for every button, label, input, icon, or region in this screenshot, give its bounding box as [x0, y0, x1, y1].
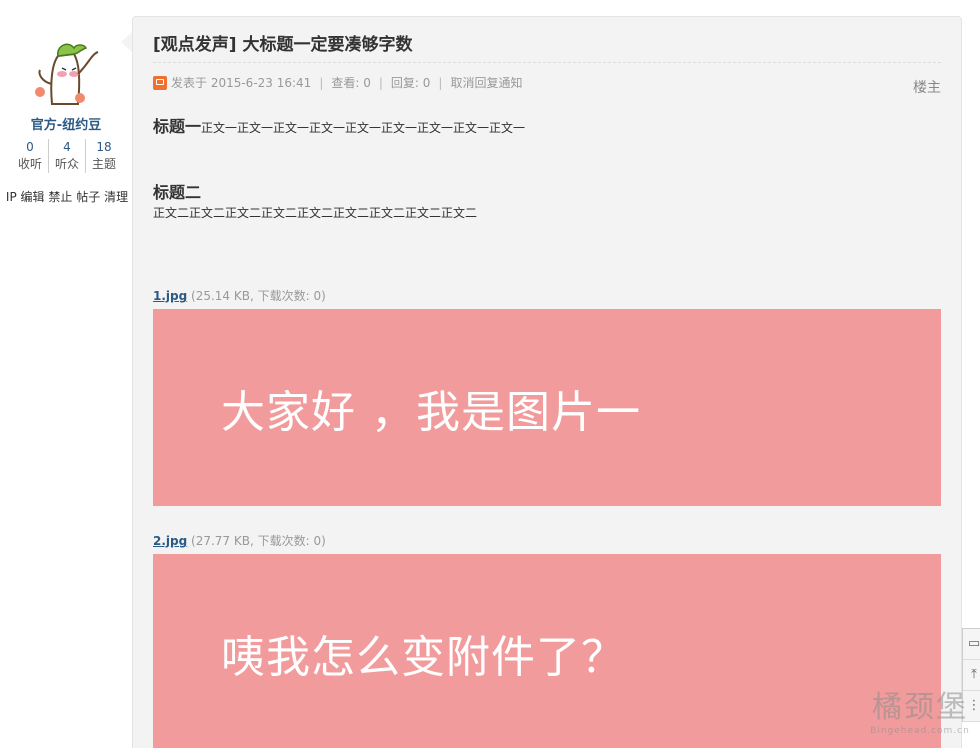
admin-clean-link[interactable]: 清理	[104, 190, 128, 204]
attachment-2-image-text: 咦我怎么变附件了？	[221, 631, 626, 683]
watermark-logo: 橘颈堡	[872, 690, 968, 725]
post-pointer-arrow	[121, 32, 132, 52]
post-date: 发表于 2015-6-23 16:41	[171, 76, 312, 90]
floor-label: 楼主	[913, 80, 941, 96]
stat-followers-value: 4	[63, 140, 71, 154]
post-title: [观点发声] 大标题一定要凑够字数	[153, 35, 413, 55]
author-stats: 0 收听 4 听众 18 主题	[12, 139, 122, 173]
forum-thread-page: 官方-纽约豆 0 收听 4 听众 18 主题 IP 编辑 禁止 帖子 清理 [观…	[0, 0, 980, 748]
attachment-2-meta: 2.jpg (27.77 KB, 下载次数: 0)	[153, 532, 326, 549]
attachment-1-image[interactable]: 大家好 ，我是图片一	[153, 309, 941, 506]
stat-threads-label: 主题	[91, 157, 116, 171]
back-to-top-icon[interactable]: ⤒	[963, 660, 980, 691]
heading-2: 标题二	[153, 183, 202, 202]
admin-posts-link[interactable]: 帖子	[76, 190, 100, 204]
attachment-2-image[interactable]: 咦我怎么变附件了？	[153, 554, 941, 748]
body-2: 正文二正文二正文二正文二正文二正文二正文二正文二正文二	[153, 206, 478, 220]
admin-ban-link[interactable]: 禁止	[48, 190, 72, 204]
post-meta: 发表于 2015-6-23 16:41 | 查看: 0 | 回复: 0 | 取消…	[153, 74, 522, 91]
reply-count: 回复: 0	[390, 76, 431, 90]
heading-1: 标题一	[153, 117, 202, 136]
stat-followers[interactable]: 4 听众	[49, 139, 86, 173]
stat-following-label: 收听	[17, 157, 42, 171]
attachment-1-info: (25.14 KB, 下载次数: 0)	[191, 289, 326, 303]
title-divider	[153, 62, 941, 63]
author-online-icon	[153, 75, 167, 90]
watermark-domain: Bingehead.com.cn	[870, 726, 970, 736]
meta-separator: |	[378, 75, 383, 90]
stat-threads[interactable]: 18 主题	[86, 139, 122, 173]
author-sidebar: 官方-纽约豆 0 收听 4 听众 18 主题 IP 编辑 禁止 帖子 清理	[0, 0, 132, 748]
attachment-1-meta: 1.jpg (25.14 KB, 下载次数: 0)	[153, 287, 326, 304]
admin-links: IP 编辑 禁止 帖子 清理	[4, 189, 130, 206]
comment-icon[interactable]: ▭	[963, 629, 980, 660]
admin-edit-link[interactable]: 编辑	[21, 190, 45, 204]
attachment-2-info: (27.77 KB, 下载次数: 0)	[191, 534, 326, 548]
site-watermark: 橘颈堡 Bingehead.com.cn	[860, 690, 980, 748]
attachment-1-image-text: 大家好 ，我是图片一	[221, 386, 641, 438]
body-1: 正文一正文一正文一正文一正文一正文一正文一正文一正文一	[201, 121, 526, 135]
stat-following-value: 0	[26, 140, 34, 154]
author-name[interactable]: 官方-纽约豆	[0, 114, 132, 133]
meta-separator: |	[438, 75, 443, 90]
attachment-1-link[interactable]: 1.jpg	[153, 289, 187, 303]
meta-separator: |	[319, 75, 324, 90]
attachment-2-link[interactable]: 2.jpg	[153, 534, 187, 548]
view-count: 查看: 0	[331, 76, 371, 90]
stat-followers-label: 听众	[54, 157, 79, 171]
avatar[interactable]	[28, 34, 106, 112]
cancel-reply-notify-link[interactable]: 取消回复通知	[450, 74, 522, 91]
post-panel: [观点发声] 大标题一定要凑够字数 发表于 2015-6-23 16:41 | …	[132, 16, 962, 748]
admin-ip-link[interactable]: IP	[6, 190, 17, 204]
paragraph-1: 标题一正文一正文一正文一正文一正文一正文一正文一正文一正文一	[153, 113, 525, 137]
stat-threads-value: 18	[96, 140, 112, 154]
stat-following[interactable]: 0 收听	[12, 139, 49, 173]
